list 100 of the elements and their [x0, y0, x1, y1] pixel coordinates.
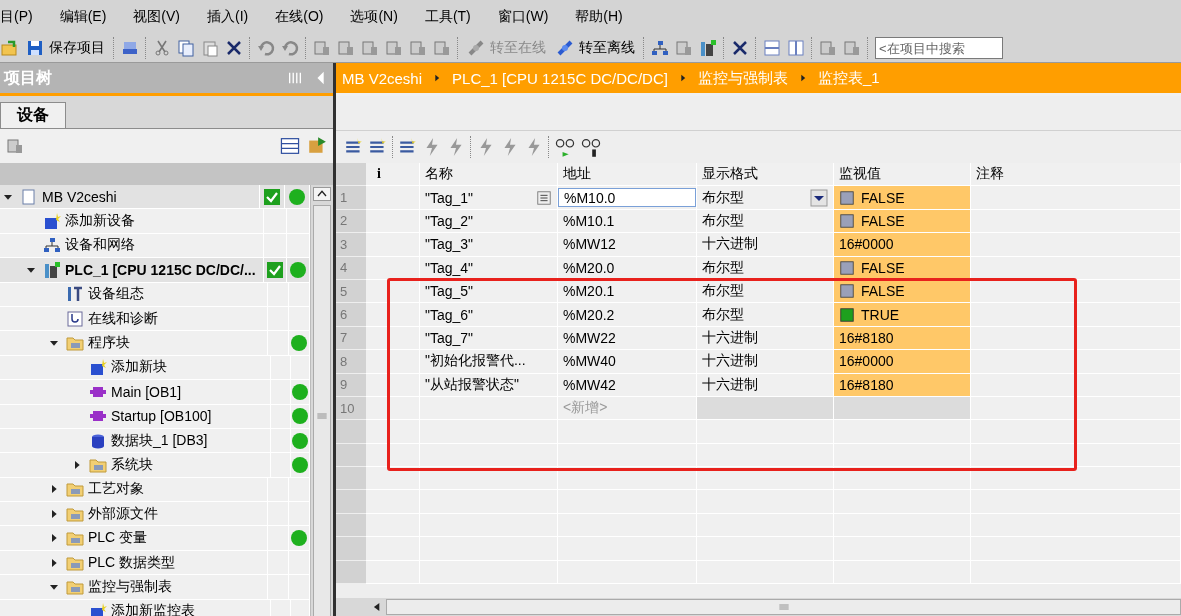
split-horizontal-icon[interactable] — [763, 39, 781, 57]
address-field[interactable]: %M10.0 — [558, 186, 697, 210]
tree-row[interactable]: 数据块_1 [DB3] — [0, 428, 310, 454]
tree-row[interactable]: 设备组态 — [0, 282, 310, 307]
paste-icon[interactable] — [201, 39, 219, 57]
column-header: 监视值 — [834, 163, 971, 187]
row-number: 1 — [336, 186, 366, 210]
table-cell: TRUE — [834, 303, 971, 327]
tree-item[interactable]: Main [OB1] — [111, 383, 182, 400]
table-cell: "初始化报警代... — [420, 350, 558, 374]
dropdown-icon[interactable] — [810, 188, 828, 207]
table-cell: <新增> — [558, 396, 697, 421]
config-icon[interactable] — [66, 285, 84, 304]
tree-row[interactable]: Startup [OB100] — [0, 404, 310, 429]
tree-item[interactable]: 添加新块 — [111, 358, 167, 377]
table-cell: FALSE — [834, 209, 971, 234]
diag-icon[interactable] — [66, 309, 84, 328]
undo-icon[interactable] — [257, 39, 275, 57]
add-star-icon[interactable] — [89, 602, 107, 616]
tree-row[interactable]: PLC 变量 — [0, 526, 310, 551]
menu-item[interactable]: 工具(T) — [424, 8, 471, 26]
table-cell: %MW12 — [558, 233, 697, 257]
save-icon — [26, 39, 44, 57]
table-cell: 16#8180 — [834, 373, 971, 397]
folder-icon[interactable] — [66, 480, 84, 499]
add-star-icon[interactable] — [43, 212, 61, 231]
tree-row[interactable]: 程序块 — [0, 331, 310, 356]
tree-row[interactable]: 添加新块 — [0, 355, 310, 381]
delete-icon[interactable] — [225, 39, 243, 57]
tree-item[interactable]: 外部源文件 — [88, 504, 158, 523]
open-icon[interactable] — [0, 39, 18, 57]
tree-item[interactable]: 系统块 — [111, 456, 153, 474]
tree-row[interactable]: 工艺对象 — [0, 477, 310, 503]
folder-icon[interactable] — [89, 456, 107, 474]
plc-icon[interactable] — [43, 260, 61, 279]
menu-item[interactable]: 目(P) — [0, 8, 33, 26]
menu-item[interactable]: 窗口(W) — [497, 8, 549, 26]
row-number: 10 — [336, 396, 366, 421]
copy-icon[interactable] — [177, 39, 195, 57]
tree-item[interactable]: PLC 数据类型 — [88, 553, 176, 572]
save-button[interactable]: 保存项目 — [24, 36, 107, 60]
network-icon[interactable] — [651, 39, 669, 57]
tree-item[interactable]: MB V2ceshi — [42, 188, 117, 205]
menu-item[interactable]: 在线(O) — [275, 8, 324, 26]
table-cell: 十六进制 — [697, 350, 834, 374]
tree-item[interactable]: 设备和网络 — [65, 236, 135, 255]
split-vertical-icon[interactable] — [787, 39, 805, 57]
tree-row[interactable]: MB V2ceshi — [0, 185, 310, 210]
row-number: 2 — [336, 209, 366, 234]
network-icon[interactable] — [43, 236, 61, 255]
list-icon[interactable] — [536, 189, 552, 206]
redo-icon[interactable] — [281, 39, 299, 57]
add-star-icon[interactable] — [89, 358, 107, 377]
tree-item[interactable]: Startup [OB100] — [111, 408, 212, 425]
tree-row[interactable]: 系统块 — [0, 453, 310, 478]
table-cell: "Tag_1" — [420, 186, 558, 210]
column-header: 名称 — [420, 163, 558, 187]
menu-item[interactable]: 视图(V) — [133, 8, 180, 26]
tree-item[interactable]: 数据块_1 [DB3] — [111, 431, 208, 450]
column-header: i — [366, 163, 420, 187]
close-icon[interactable] — [731, 39, 749, 57]
scrollbar[interactable] — [336, 598, 1181, 616]
cut-icon[interactable] — [153, 39, 171, 57]
row-number: 5 — [336, 279, 366, 304]
tree-row[interactable]: 设备和网络 — [0, 233, 310, 259]
row-header — [336, 467, 366, 491]
tree-item[interactable]: 工艺对象 — [88, 480, 144, 499]
tree-item[interactable]: 在线和诊断 — [88, 309, 158, 328]
scrollbar[interactable] — [310, 185, 333, 616]
table-cell: %M10.1 — [558, 209, 697, 234]
folder-icon[interactable] — [66, 529, 84, 548]
document-icon[interactable] — [20, 187, 38, 206]
tree-item[interactable]: PLC 变量 — [88, 529, 148, 548]
print-icon[interactable] — [121, 39, 139, 57]
tree-row[interactable]: PLC_1 [CPU 1215C DC/DC/... — [0, 258, 310, 283]
go-offline-button[interactable]: 转至离线 — [554, 36, 637, 60]
folder-icon[interactable] — [66, 334, 84, 353]
bool-state-icon — [839, 306, 855, 323]
columns-icon[interactable] — [287, 70, 303, 86]
table-cell: "从站报警状态" — [420, 373, 558, 397]
menu-item[interactable]: 编辑(E) — [59, 8, 107, 26]
tree-row[interactable]: 外部源文件 — [0, 502, 310, 527]
row-header — [336, 513, 366, 538]
tree-row[interactable]: 添加新设备 — [0, 209, 310, 234]
tree-item[interactable]: 程序块 — [88, 334, 130, 353]
tree-item[interactable]: 设备组态 — [88, 285, 144, 304]
tab[interactable]: 设备 — [0, 102, 66, 128]
tree-row[interactable]: 在线和诊断 — [0, 306, 310, 332]
search-field[interactable]: <在项目中搜索 — [875, 37, 1003, 59]
tree-item[interactable]: 监控与强制表 — [88, 577, 172, 596]
menu-item[interactable]: 选项(N) — [350, 8, 398, 26]
tree-row[interactable]: 监控与强制表 — [0, 575, 310, 600]
menu-item[interactable]: 帮助(H) — [575, 8, 623, 26]
tree-row[interactable]: PLC 数据类型 — [0, 550, 310, 576]
table-view-icon[interactable] — [279, 135, 301, 157]
tree-row[interactable]: Main [OB1] — [0, 380, 310, 405]
menu-item[interactable]: 插入(I) — [207, 8, 249, 26]
table-cell: %MW22 — [558, 326, 697, 351]
tree-item[interactable]: 添加新设备 — [65, 212, 135, 231]
tree-item[interactable]: PLC_1 [CPU 1215C DC/DC/... — [65, 261, 256, 278]
